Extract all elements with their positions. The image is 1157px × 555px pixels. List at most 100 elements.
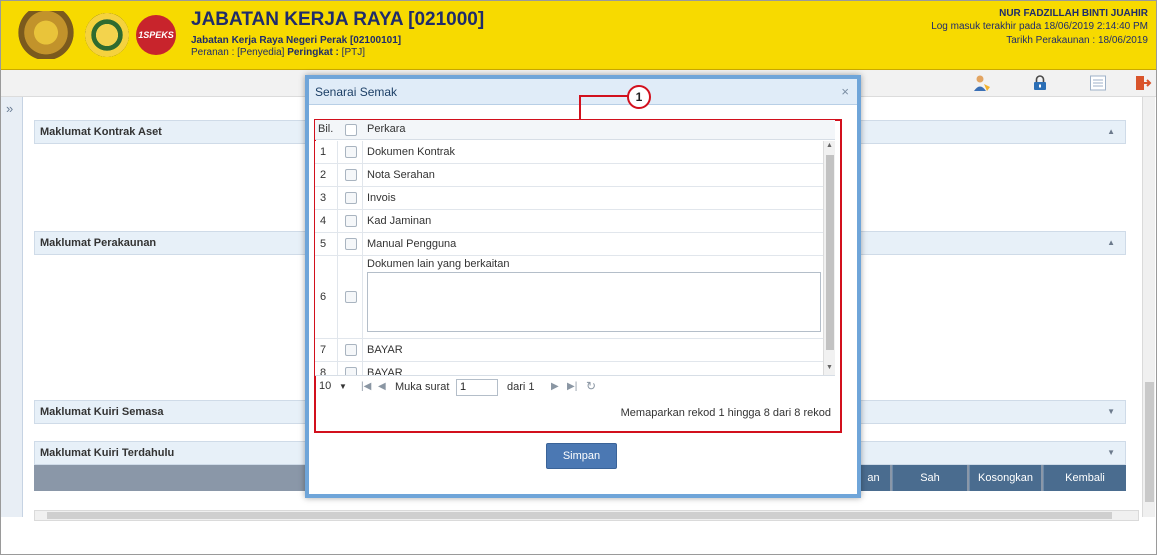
first-page-icon[interactable]: |◀ <box>361 381 371 392</box>
scrollbar-thumb[interactable] <box>47 512 1112 519</box>
role-value: [Penyedia] <box>237 47 285 58</box>
department-subtitle: Jabatan Kerja Raya Negeri Perak [0210010… <box>191 35 402 46</box>
row-checkbox[interactable] <box>345 344 357 356</box>
simpan-button[interactable]: Simpan <box>546 443 617 469</box>
row-label: BAYAR <box>367 344 403 356</box>
level-prefix: Peringkat : <box>284 47 342 58</box>
kosongkan-button[interactable]: Kosongkan <box>969 465 1041 491</box>
scroll-up-icon[interactable]: ▲ <box>826 142 833 149</box>
grid-header: Bil. Perkara <box>315 120 835 140</box>
role-prefix: Peranan : <box>191 47 238 58</box>
row-checkbox[interactable] <box>345 146 357 158</box>
page-size-select[interactable]: 10 <box>319 380 331 392</box>
panel-title: Maklumat Kuiri Semasa <box>40 406 164 418</box>
row-checkbox[interactable] <box>345 367 357 375</box>
row-label: Dokumen Kontrak <box>367 146 456 158</box>
app-window: 1SPEKS JABATAN KERJA RAYA [021000] Jabat… <box>0 0 1157 555</box>
department-title: JABATAN KERJA RAYA [021000] <box>191 9 485 30</box>
page-label: Muka surat <box>395 381 450 393</box>
next-page-icon[interactable]: ▶ <box>551 381 559 392</box>
table-row: 5 Manual Pengguna <box>315 233 823 256</box>
row-checkbox[interactable] <box>345 169 357 181</box>
callout-number-badge: 1 <box>627 85 651 109</box>
row-label: BAYAR <box>367 367 403 375</box>
expand-caret-icon[interactable]: ▼ <box>1107 442 1115 464</box>
page-horizontal-scrollbar[interactable] <box>34 510 1139 521</box>
close-icon[interactable]: × <box>841 79 849 105</box>
panel-title: Maklumat Perakaunan <box>40 237 157 249</box>
row-number: 3 <box>320 192 327 204</box>
row-label: Kad Jaminan <box>367 215 432 227</box>
expand-panel-icon[interactable]: » <box>6 101 13 116</box>
row-checkbox[interactable] <box>345 192 357 204</box>
refresh-icon[interactable]: ↻ <box>586 379 596 393</box>
grid-body: 1 Dokumen Kontrak 2 Nota Serahan 3 Invoi… <box>315 141 823 375</box>
accounting-date: Tarikh Perakaunan : 18/06/2019 <box>1006 35 1148 46</box>
page-total: dari 1 <box>507 381 535 393</box>
dialog-titlebar: Senarai Semak × <box>309 79 857 105</box>
select-all-checkbox[interactable] <box>345 124 357 136</box>
user-name: NUR FADZILLAH BINTI JUAHIR <box>999 8 1148 19</box>
record-count-text: Memaparkan rekod 1 hingga 8 dari 8 rekod <box>620 407 831 419</box>
grid-vertical-scrollbar[interactable]: ▲ ▼ <box>823 141 835 375</box>
chevron-down-icon[interactable]: ▼ <box>339 382 347 391</box>
table-row: 2 Nota Serahan <box>315 164 823 187</box>
callout-connector <box>579 95 628 97</box>
prev-page-icon[interactable]: ◀ <box>378 381 386 392</box>
panel-title: Maklumat Kuiri Terdahulu <box>40 447 175 459</box>
role-line: Peranan : [Penyedia] Peringkat : [PTJ] <box>191 47 365 58</box>
dialog-title: Senarai Semak <box>315 85 398 99</box>
expand-caret-icon[interactable]: ▼ <box>1107 401 1115 423</box>
row-number: 2 <box>320 169 327 181</box>
grid-pager: 10 ▼ |◀ ◀ Muka surat 1 dari 1 ▶ ▶| ↻ <box>315 375 835 399</box>
page-vertical-scrollbar[interactable] <box>1142 97 1155 517</box>
checklist-grid: Bil. Perkara 1 Dokumen Kontrak 2 Nota Se… <box>315 120 835 375</box>
list-icon[interactable] <box>1089 74 1107 92</box>
scrollbar-thumb[interactable] <box>1145 382 1154 502</box>
other-documents-textarea[interactable] <box>367 272 821 332</box>
table-row: 7 BAYAR <box>315 339 823 362</box>
row-number: 6 <box>320 291 327 303</box>
table-row: 1 Dokumen Kontrak <box>315 141 823 164</box>
scrollbar-thumb[interactable] <box>826 155 834 350</box>
row-checkbox[interactable] <box>345 291 357 303</box>
left-collapse-strip: » <box>1 97 23 517</box>
senarai-semak-dialog: Senarai Semak × 1 Bil. Perkara 1 Dokumen… <box>305 75 861 498</box>
table-row: 4 Kad Jaminan <box>315 210 823 233</box>
panel-title: Maklumat Kontrak Aset <box>40 126 162 138</box>
partial-action-button[interactable]: an <box>856 465 890 491</box>
last-login-text: Log masuk terakhir pada 18/06/2019 2:14:… <box>931 21 1148 32</box>
user-profile-icon[interactable] <box>973 74 991 92</box>
table-row: 6 Dokumen lain yang berkaitan <box>315 256 823 339</box>
last-page-icon[interactable]: ▶| <box>567 381 577 392</box>
app-header: 1SPEKS JABATAN KERJA RAYA [021000] Jabat… <box>1 1 1156 70</box>
row-checkbox[interactable] <box>345 215 357 227</box>
logout-icon[interactable] <box>1134 74 1152 92</box>
row-label: Nota Serahan <box>367 169 435 181</box>
level-value: [PTJ] <box>341 47 366 58</box>
column-header-bil: Bil. <box>318 123 334 135</box>
ispeks-logo: 1SPEKS <box>136 15 176 55</box>
row-number: 5 <box>320 238 327 250</box>
row-number: 1 <box>320 146 327 158</box>
row-label: Manual Pengguna <box>367 238 457 250</box>
collapse-caret-icon[interactable]: ▲ <box>1107 232 1115 254</box>
row-checkbox[interactable] <box>345 238 357 250</box>
table-row: 3 Invois <box>315 187 823 210</box>
column-header-perkara: Perkara <box>367 123 406 135</box>
callout-connector <box>579 96 581 119</box>
table-row: 8 BAYAR <box>315 362 823 375</box>
collapse-caret-icon[interactable]: ▲ <box>1107 121 1115 143</box>
lock-icon[interactable] <box>1031 74 1049 92</box>
row-number: 7 <box>320 344 327 356</box>
sah-simpan-button[interactable]: Sah Simpan <box>892 465 967 510</box>
malaysia-crest-logo <box>17 11 75 59</box>
kembali-button[interactable]: Kembali <box>1043 465 1126 491</box>
row-label: Dokumen lain yang berkaitan <box>367 258 510 270</box>
page-number-input[interactable]: 1 <box>456 379 498 396</box>
row-label: Invois <box>367 192 396 204</box>
state-emblem-logo <box>85 13 129 57</box>
row-number: 4 <box>320 215 327 227</box>
scroll-down-icon[interactable]: ▼ <box>826 364 833 371</box>
row-number: 8 <box>320 367 327 375</box>
